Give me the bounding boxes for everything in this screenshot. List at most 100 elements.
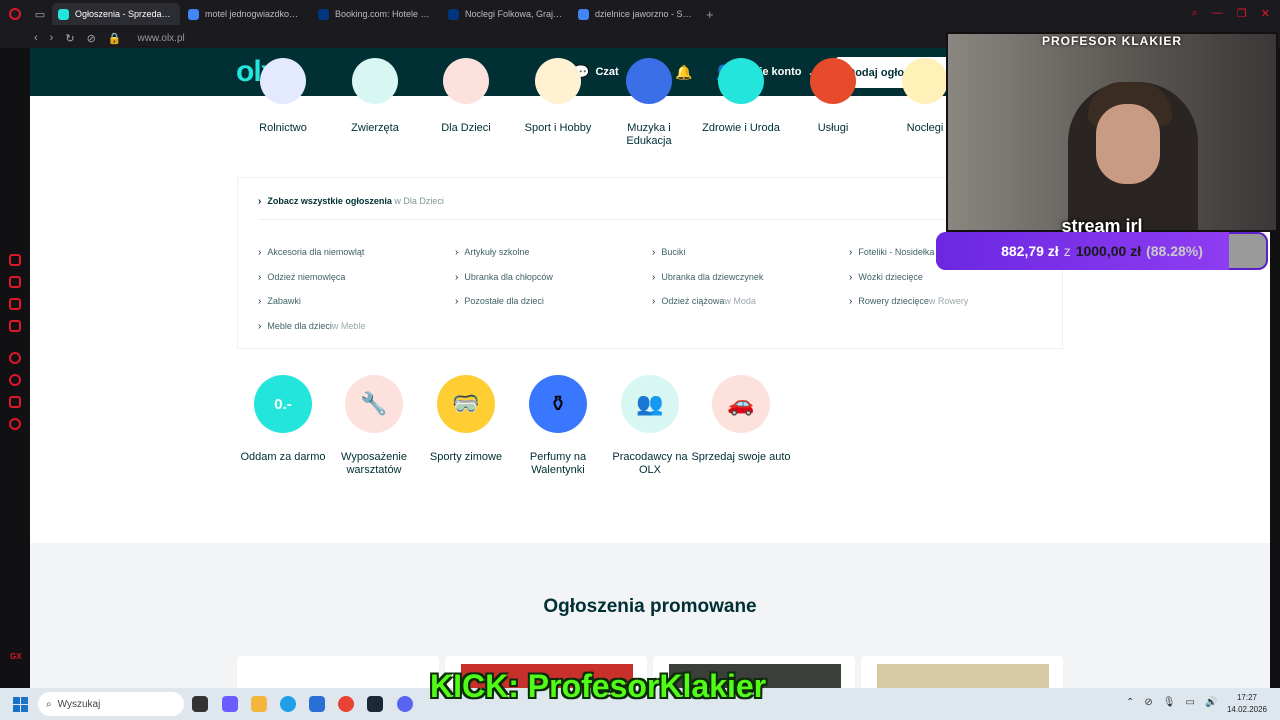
- featured-category-label: Wyposażenie warsztatów: [341, 451, 407, 476]
- taskbar-clock[interactable]: 17:27 14.02.2026: [1224, 692, 1270, 716]
- tray-chevron-icon[interactable]: ⌃: [1126, 697, 1134, 708]
- maximize-icon[interactable]: ❐: [1237, 7, 1247, 20]
- category-item[interactable]: Rolnictwo: [238, 58, 328, 135]
- featured-category-label: Sprzedaj swoje auto: [691, 451, 791, 463]
- browser-tab[interactable]: motel jednogwiazdkowy p: [182, 3, 310, 25]
- sidebar-settings-icon[interactable]: [9, 418, 21, 430]
- subcategory-link[interactable]: › Odzież niemowlęca: [258, 272, 345, 283]
- gx-corner-icon[interactable]: GX: [10, 652, 22, 661]
- edge-icon[interactable]: [280, 696, 296, 712]
- chrome-icon[interactable]: [338, 696, 354, 712]
- divider: [258, 219, 1038, 220]
- category-icon: [352, 58, 398, 104]
- reload-icon[interactable]: ↻: [65, 32, 74, 45]
- category-item[interactable]: Sport i Hobby: [513, 58, 603, 135]
- sidebar-aria-icon[interactable]: [9, 254, 21, 266]
- url-field[interactable]: www.olx.pl: [137, 33, 184, 44]
- tray-display-icon[interactable]: ▭: [1185, 697, 1194, 708]
- subcategory-label: Odzież ciążowa: [661, 296, 725, 306]
- chevron-right-icon: ›: [455, 247, 459, 258]
- task-view-icon[interactable]: [192, 696, 208, 712]
- donation-goal-bar: 882,79 zł z 1000,00 zł (88.28%): [936, 232, 1268, 270]
- discord-icon[interactable]: [397, 696, 413, 712]
- promoted-title: Ogłoszenia promowane: [543, 596, 757, 617]
- forward-icon[interactable]: ›: [50, 32, 54, 44]
- copilot-icon[interactable]: [222, 696, 238, 712]
- category-item[interactable]: Zdrowie i Uroda: [696, 58, 786, 135]
- taskbar-search[interactable]: ⌕ Wyszukaj: [38, 692, 184, 716]
- close-icon[interactable]: ✕: [1261, 7, 1270, 20]
- subcategory-label: Foteliki - Nosidełka: [858, 247, 935, 257]
- sidebar-messenger-icon[interactable]: [9, 320, 21, 332]
- featured-category[interactable]: 🔧 Wyposażenie warsztatów: [324, 375, 424, 477]
- tab-favicon-icon: [578, 8, 589, 20]
- sidebar-bag-icon[interactable]: [9, 276, 21, 288]
- category-item[interactable]: Muzyka i Edukacja: [604, 58, 694, 148]
- vpn-icon[interactable]: ⊘: [87, 32, 96, 45]
- search-icon: ⌕: [46, 698, 52, 710]
- featured-category[interactable]: 0.- Oddam za darmo: [233, 375, 333, 464]
- featured-category-icon: 🥽: [437, 375, 495, 433]
- tray-network-icon[interactable]: ⊘: [1144, 697, 1152, 708]
- category-label: Muzyka i Edukacja: [626, 122, 672, 147]
- featured-category[interactable]: ⚱ Perfumy na Walentynki: [508, 375, 608, 477]
- see-all-link[interactable]: › Zobacz wszystkie ogłoszenia w Dla Dziec…: [258, 196, 444, 207]
- goal-target: 1000,00 zł: [1075, 243, 1142, 259]
- windows-start-icon[interactable]: [13, 697, 28, 712]
- chevron-right-icon: ›: [258, 321, 262, 332]
- featured-category[interactable]: 🥽 Sporty zimowe: [416, 375, 516, 464]
- subcategory-link[interactable]: › Ubranka dla dziewczynek: [652, 272, 763, 283]
- category-item[interactable]: Usługi: [788, 58, 878, 135]
- new-tab-button[interactable]: +: [706, 7, 714, 22]
- category-item[interactable]: Dla Dzieci: [421, 58, 511, 135]
- subcategory-link[interactable]: › Zabawki: [258, 296, 301, 307]
- subcategory-label: Akcesoria dla niemowląt: [267, 247, 365, 257]
- category-label: Rolnictwo: [259, 122, 307, 134]
- notifications-link[interactable]: 🔔: [675, 64, 692, 81]
- tray-mic-icon[interactable]: 🎙: [1163, 697, 1176, 708]
- subcategory-link[interactable]: › Akcesoria dla niemowląt: [258, 247, 364, 258]
- store-icon[interactable]: [309, 696, 325, 712]
- featured-category[interactable]: 🚗 Sprzedaj swoje auto: [691, 375, 791, 464]
- chevron-right-icon: ›: [849, 247, 853, 258]
- subcategory-link[interactable]: › Ubranka dla chłopców: [455, 272, 553, 283]
- promoted-card[interactable]: [861, 656, 1063, 688]
- browser-tab[interactable]: Ogłoszenia - Sprzedam, k: [52, 3, 180, 25]
- subcategory-link[interactable]: › Odzież ciążowaw Moda: [652, 296, 756, 307]
- tab-island-icon[interactable]: ▭: [30, 8, 50, 21]
- tab-favicon-icon: [448, 8, 459, 20]
- category-label: Dla Dzieci: [441, 122, 491, 134]
- browser-tab[interactable]: dzielnice jaworzno - Szuk: [572, 3, 700, 25]
- sidebar-instagram-icon[interactable]: [9, 298, 21, 310]
- back-icon[interactable]: ‹: [34, 32, 38, 44]
- browser-tab[interactable]: Booking.com: Hotele – Gr: [312, 3, 440, 25]
- chevron-right-icon: ›: [849, 272, 853, 283]
- featured-category[interactable]: 👥 Pracodawcy na OLX: [600, 375, 700, 477]
- chevron-right-icon: ›: [652, 296, 656, 307]
- subcategory-link[interactable]: › Artykuły szkolne: [455, 247, 529, 258]
- opera-gx-logo-icon[interactable]: [0, 0, 30, 28]
- subcategory-link[interactable]: › Buciki: [652, 247, 685, 258]
- donation-goal-text: 882,79 zł z 1000,00 zł (88.28%): [936, 232, 1268, 270]
- search-tabs-icon[interactable]: ⌕: [1192, 7, 1198, 20]
- tray-volume-icon[interactable]: 🔊: [1205, 697, 1217, 708]
- subcategory-link[interactable]: › Rowery dziecięcew Rowery: [849, 296, 968, 307]
- subcategory-link[interactable]: › Pozostałe dla dzieci: [455, 296, 544, 307]
- browser-tab[interactable]: Noclegi Folkowa, Grajewo: [442, 3, 570, 25]
- subcategory-link[interactable]: › Wózki dziecięce: [849, 272, 923, 283]
- sidebar-history-icon[interactable]: [9, 374, 21, 386]
- browser-tab-bar: ▭ Ogłoszenia - Sprzedam, k motel jednogwi…: [0, 0, 1280, 28]
- category-icon: [810, 58, 856, 104]
- category-item[interactable]: Zwierzęta: [330, 58, 420, 135]
- sidebar-player-icon[interactable]: [9, 352, 21, 364]
- chevron-right-icon: ›: [849, 296, 853, 307]
- featured-category-label: Perfumy na Walentynki: [529, 451, 587, 476]
- steam-icon[interactable]: [367, 696, 383, 712]
- subcategory-link[interactable]: › Foteliki - Nosidełka: [849, 247, 934, 258]
- subcategory-link[interactable]: › Meble dla dzieciw Meble: [258, 321, 365, 332]
- file-explorer-icon[interactable]: [251, 696, 267, 712]
- sidebar-extensions-icon[interactable]: [9, 396, 21, 408]
- window-controls: ⌕ — ❐ ✕: [1192, 7, 1270, 20]
- promoted-card[interactable]: [237, 656, 439, 688]
- minimize-icon[interactable]: —: [1212, 7, 1223, 20]
